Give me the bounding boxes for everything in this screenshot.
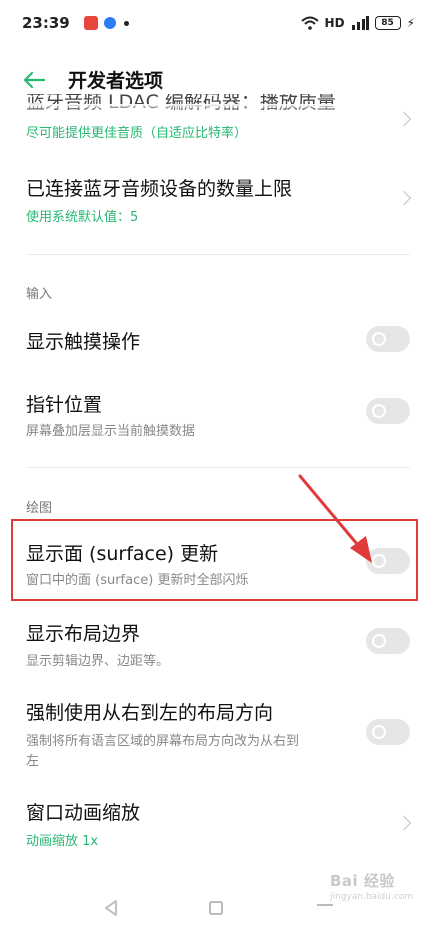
show-layout-bounds-toggle[interactable] [366, 628, 410, 654]
app-notification-icon [83, 16, 98, 30]
app-notification-icon [103, 17, 116, 29]
setting-title: 指针位置 [26, 394, 103, 416]
setting-force-rtl[interactable]: 强制使用从右到左的布局方向 强制将所有语言区域的屏幕布局方向改为从右到 左 [0, 692, 437, 776]
toggle-knob [372, 332, 386, 346]
setting-subtitle-continued: 左 [26, 754, 40, 769]
highlight-box [11, 519, 418, 601]
status-bar: 23:39 HD 85 ⚡ [0, 0, 437, 46]
setting-bluetooth-codec[interactable]: 蓝牙音频 LDAC 编解码器：播放质量 尽可能提供更佳音质（自适应比特率） [0, 94, 437, 152]
setting-title: 显示触摸操作 [26, 331, 141, 353]
section-label-input: 输入 [26, 287, 53, 302]
chevron-right-icon [396, 815, 412, 831]
setting-show-taps[interactable]: 显示触摸操作 [0, 316, 437, 364]
network-type-label: HD [324, 16, 345, 30]
force-rtl-toggle[interactable] [366, 719, 410, 745]
setting-max-bluetooth-devices[interactable]: 已连接蓝牙音频设备的数量上限 使用系统默认值：5 [0, 162, 437, 238]
more-notifications-icon [123, 20, 129, 26]
back-arrow-icon[interactable] [22, 70, 46, 90]
setting-title: 窗口动画缩放 [26, 802, 141, 824]
nav-home-icon[interactable] [209, 901, 223, 915]
section-divider [26, 254, 410, 255]
setting-subtitle: 使用系统默认值：5 [26, 210, 139, 225]
setting-subtitle: 尽可能提供更佳音质（自适应比特率） [26, 126, 248, 141]
status-indicators: HD 85 ⚡ [300, 0, 415, 46]
signal-icon [351, 16, 369, 30]
status-time: 23:39 [22, 14, 70, 32]
setting-title: 强制使用从右到左的布局方向 [26, 702, 274, 724]
toggle-knob [372, 634, 386, 648]
setting-title: 已连接蓝牙音频设备的数量上限 [26, 178, 293, 200]
setting-pointer-location[interactable]: 指针位置 屏幕叠加层显示当前触摸数据 [0, 380, 437, 444]
watermark-url: jingyan.baidu.com [330, 892, 414, 902]
setting-subtitle: 动画缩放 1x [26, 834, 99, 849]
charging-icon: ⚡ [406, 16, 415, 30]
header-fade [0, 104, 437, 110]
wifi-icon [300, 16, 319, 30]
nav-back-icon[interactable] [104, 900, 118, 916]
setting-subtitle: 显示剪辑边界、边距等。 [26, 654, 170, 669]
chevron-right-icon [396, 111, 412, 127]
pointer-location-toggle[interactable] [366, 398, 410, 424]
toggle-knob [372, 725, 386, 739]
toggle-knob [372, 404, 386, 418]
setting-window-animation-scale[interactable]: 窗口动画缩放 动画缩放 1x [0, 790, 437, 854]
setting-title: 显示布局边界 [26, 623, 141, 645]
page-title: 开发者选项 [68, 70, 164, 92]
setting-subtitle: 屏幕叠加层显示当前触摸数据 [26, 424, 196, 439]
setting-show-layout-bounds[interactable]: 显示布局边界 显示剪辑边界、边距等。 [0, 612, 437, 676]
section-label-drawing: 绘图 [26, 501, 53, 516]
nav-recents-icon[interactable] [317, 904, 333, 906]
section-divider [26, 467, 410, 468]
battery-icon: 85 [374, 16, 401, 30]
setting-subtitle: 强制将所有语言区域的屏幕布局方向改为从右到 [26, 734, 300, 749]
watermark-logo: Bai 经验 [330, 872, 395, 890]
chevron-right-icon [396, 190, 412, 206]
show-taps-toggle[interactable] [366, 326, 410, 352]
